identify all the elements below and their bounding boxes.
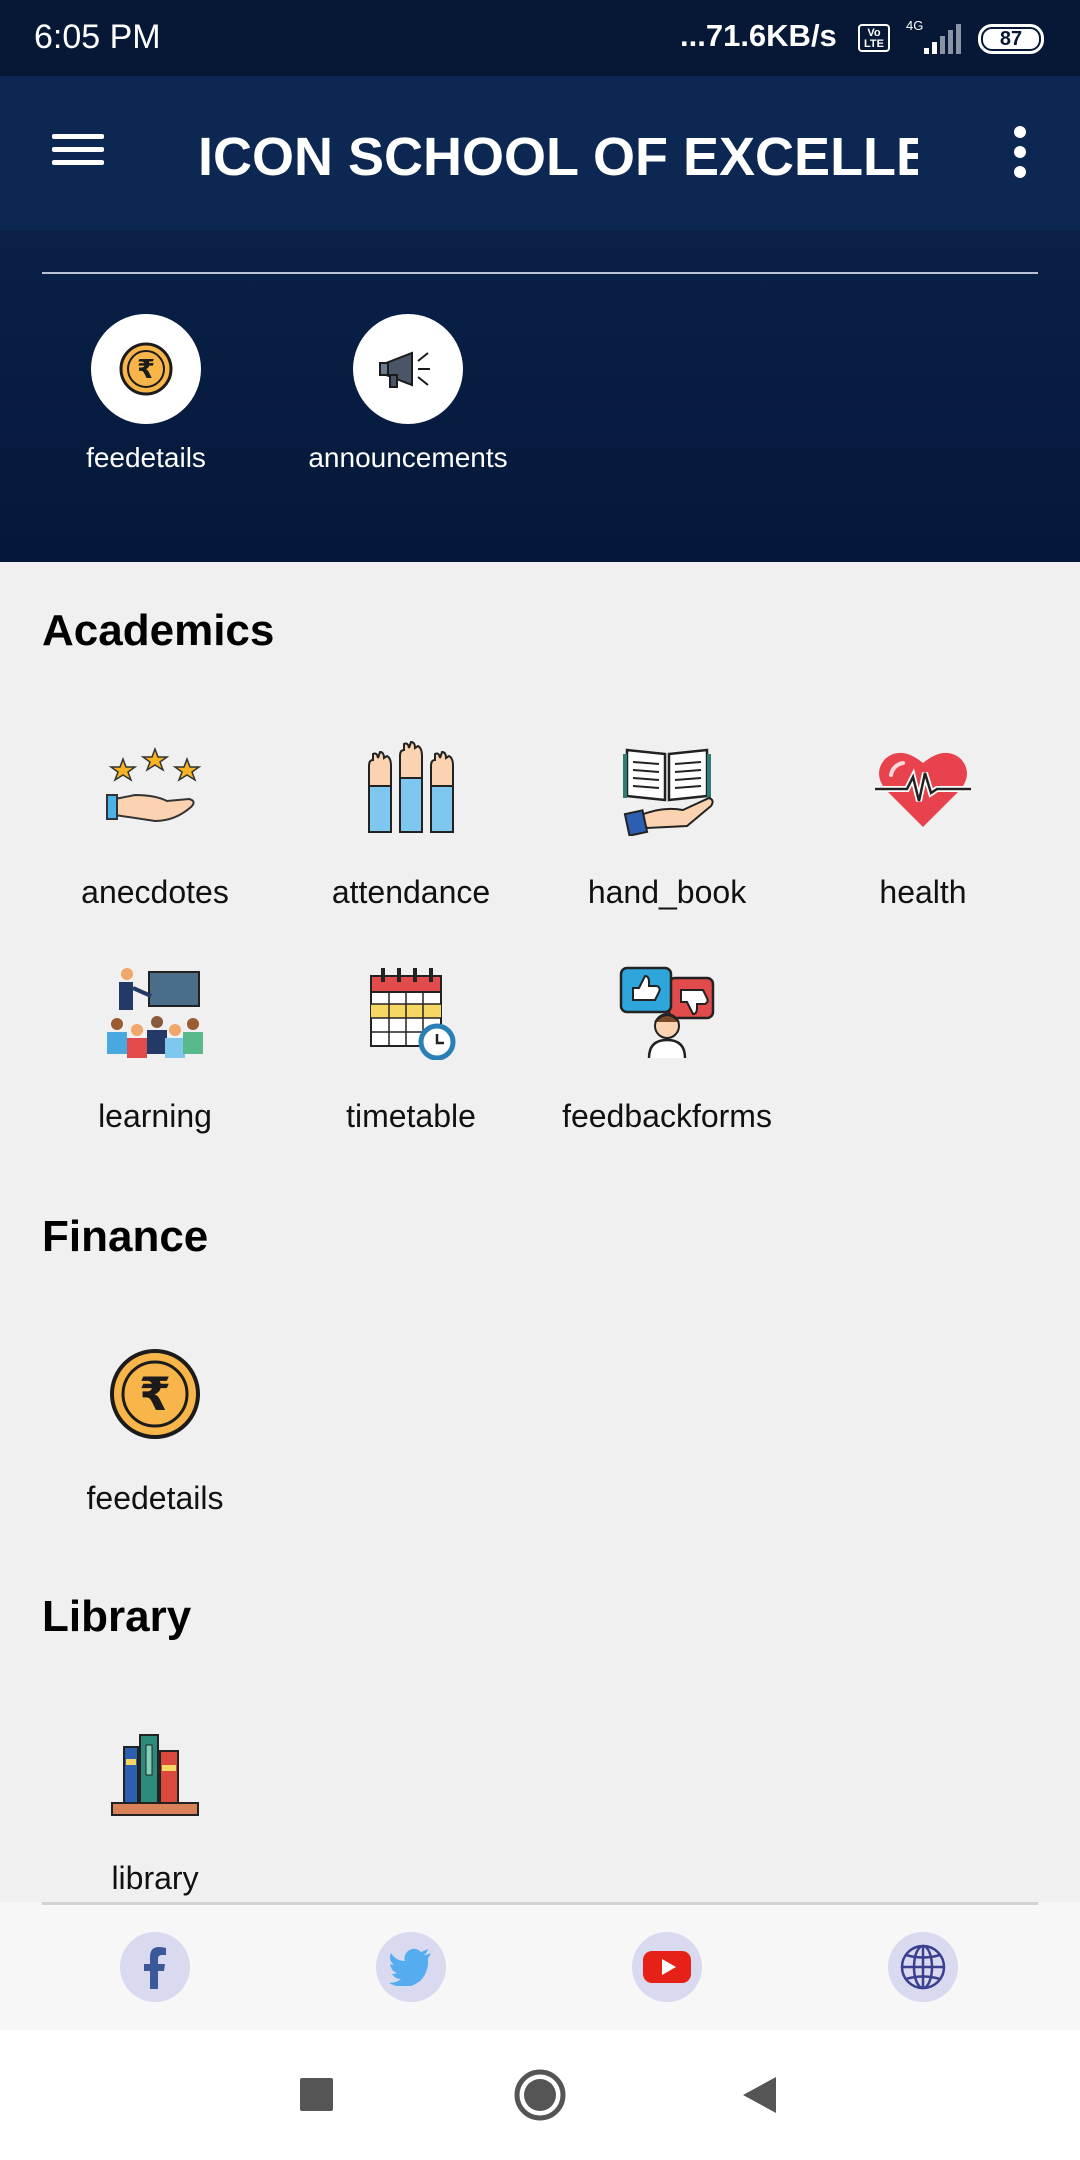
books-icon xyxy=(105,1724,205,1824)
social-links-bar xyxy=(0,1902,1080,2030)
tile-learning[interactable]: learning xyxy=(27,962,283,1172)
back-triangle-icon[interactable] xyxy=(728,2060,798,2130)
tile-label: attendance xyxy=(331,874,491,910)
section-title-library: Library xyxy=(42,1592,192,1641)
section-title-finance: Finance xyxy=(42,1212,209,1261)
tile-label: health xyxy=(879,874,967,910)
heart-pulse-icon xyxy=(873,738,973,838)
more-options-icon[interactable] xyxy=(998,118,1042,190)
quick-link-announcements[interactable]: announcements xyxy=(293,314,523,474)
quick-link-label: feedetails xyxy=(86,442,206,473)
tile-health[interactable]: health xyxy=(795,738,1051,948)
tile-label: timetable xyxy=(346,1098,476,1134)
tile-timetable[interactable]: timetable xyxy=(283,962,539,1172)
home-circle-icon[interactable] xyxy=(505,2060,575,2130)
tile-label: feedbackforms xyxy=(562,1098,772,1134)
classroom-icon xyxy=(105,962,205,1062)
signal-icon xyxy=(924,24,961,54)
rupee-coin-icon: ₹ xyxy=(105,1344,205,1444)
tile-label: anecdotes xyxy=(81,874,229,910)
facebook-icon[interactable] xyxy=(120,1932,190,2002)
tile-feedetails[interactable]: ₹ feedetails xyxy=(27,1344,283,1554)
tile-label: hand_book xyxy=(587,874,747,910)
feedback-thumbs-icon xyxy=(617,962,717,1062)
quick-links-panel: ₹ feedetails announcements xyxy=(0,230,1080,562)
status-bar: 6:05 PM ...71.6KB/s Vo LTE 4G 87 xyxy=(0,0,1080,76)
twitter-icon[interactable] xyxy=(376,1932,446,2002)
raised-hands-icon xyxy=(361,738,461,838)
svg-text:₹: ₹ xyxy=(139,1367,171,1421)
tile-label: library xyxy=(111,1860,199,1896)
calendar-clock-icon xyxy=(361,962,461,1062)
youtube-icon[interactable] xyxy=(632,1932,702,2002)
divider xyxy=(42,272,1038,274)
recents-square-icon[interactable] xyxy=(282,2060,352,2130)
tile-anecdotes[interactable]: anecdotes xyxy=(27,738,283,948)
battery-icon: 87 xyxy=(978,24,1044,54)
megaphone-icon xyxy=(353,314,463,424)
tile-attendance[interactable]: attendance xyxy=(283,738,539,948)
stars-hand-icon xyxy=(105,738,205,838)
open-book-hand-icon xyxy=(617,738,717,838)
network-speed: ...71.6KB/s xyxy=(680,18,837,53)
globe-icon[interactable] xyxy=(888,1932,958,2002)
tile-hand-book[interactable]: hand_book xyxy=(539,738,795,948)
tile-label: learning xyxy=(98,1098,212,1134)
tile-feedbackforms[interactable]: feedbackforms xyxy=(539,962,795,1172)
volte-icon: Vo LTE xyxy=(858,24,890,52)
svg-text:₹: ₹ xyxy=(137,355,155,385)
section-title-academics: Academics xyxy=(42,606,275,655)
divider xyxy=(42,1902,1038,1905)
app-title: ICON SCHOOL OF EXCELLE... xyxy=(198,127,918,187)
system-nav-bar xyxy=(0,2030,1080,2160)
app-bar: ICON SCHOOL OF EXCELLE... xyxy=(0,76,1080,230)
quick-link-feedetails[interactable]: ₹ feedetails xyxy=(31,314,261,474)
quick-link-label: announcements xyxy=(308,442,508,473)
menu-icon[interactable] xyxy=(40,126,114,180)
rupee-coin-icon: ₹ xyxy=(91,314,201,424)
status-time: 6:05 PM xyxy=(34,18,161,56)
tile-label: feedetails xyxy=(86,1480,224,1516)
